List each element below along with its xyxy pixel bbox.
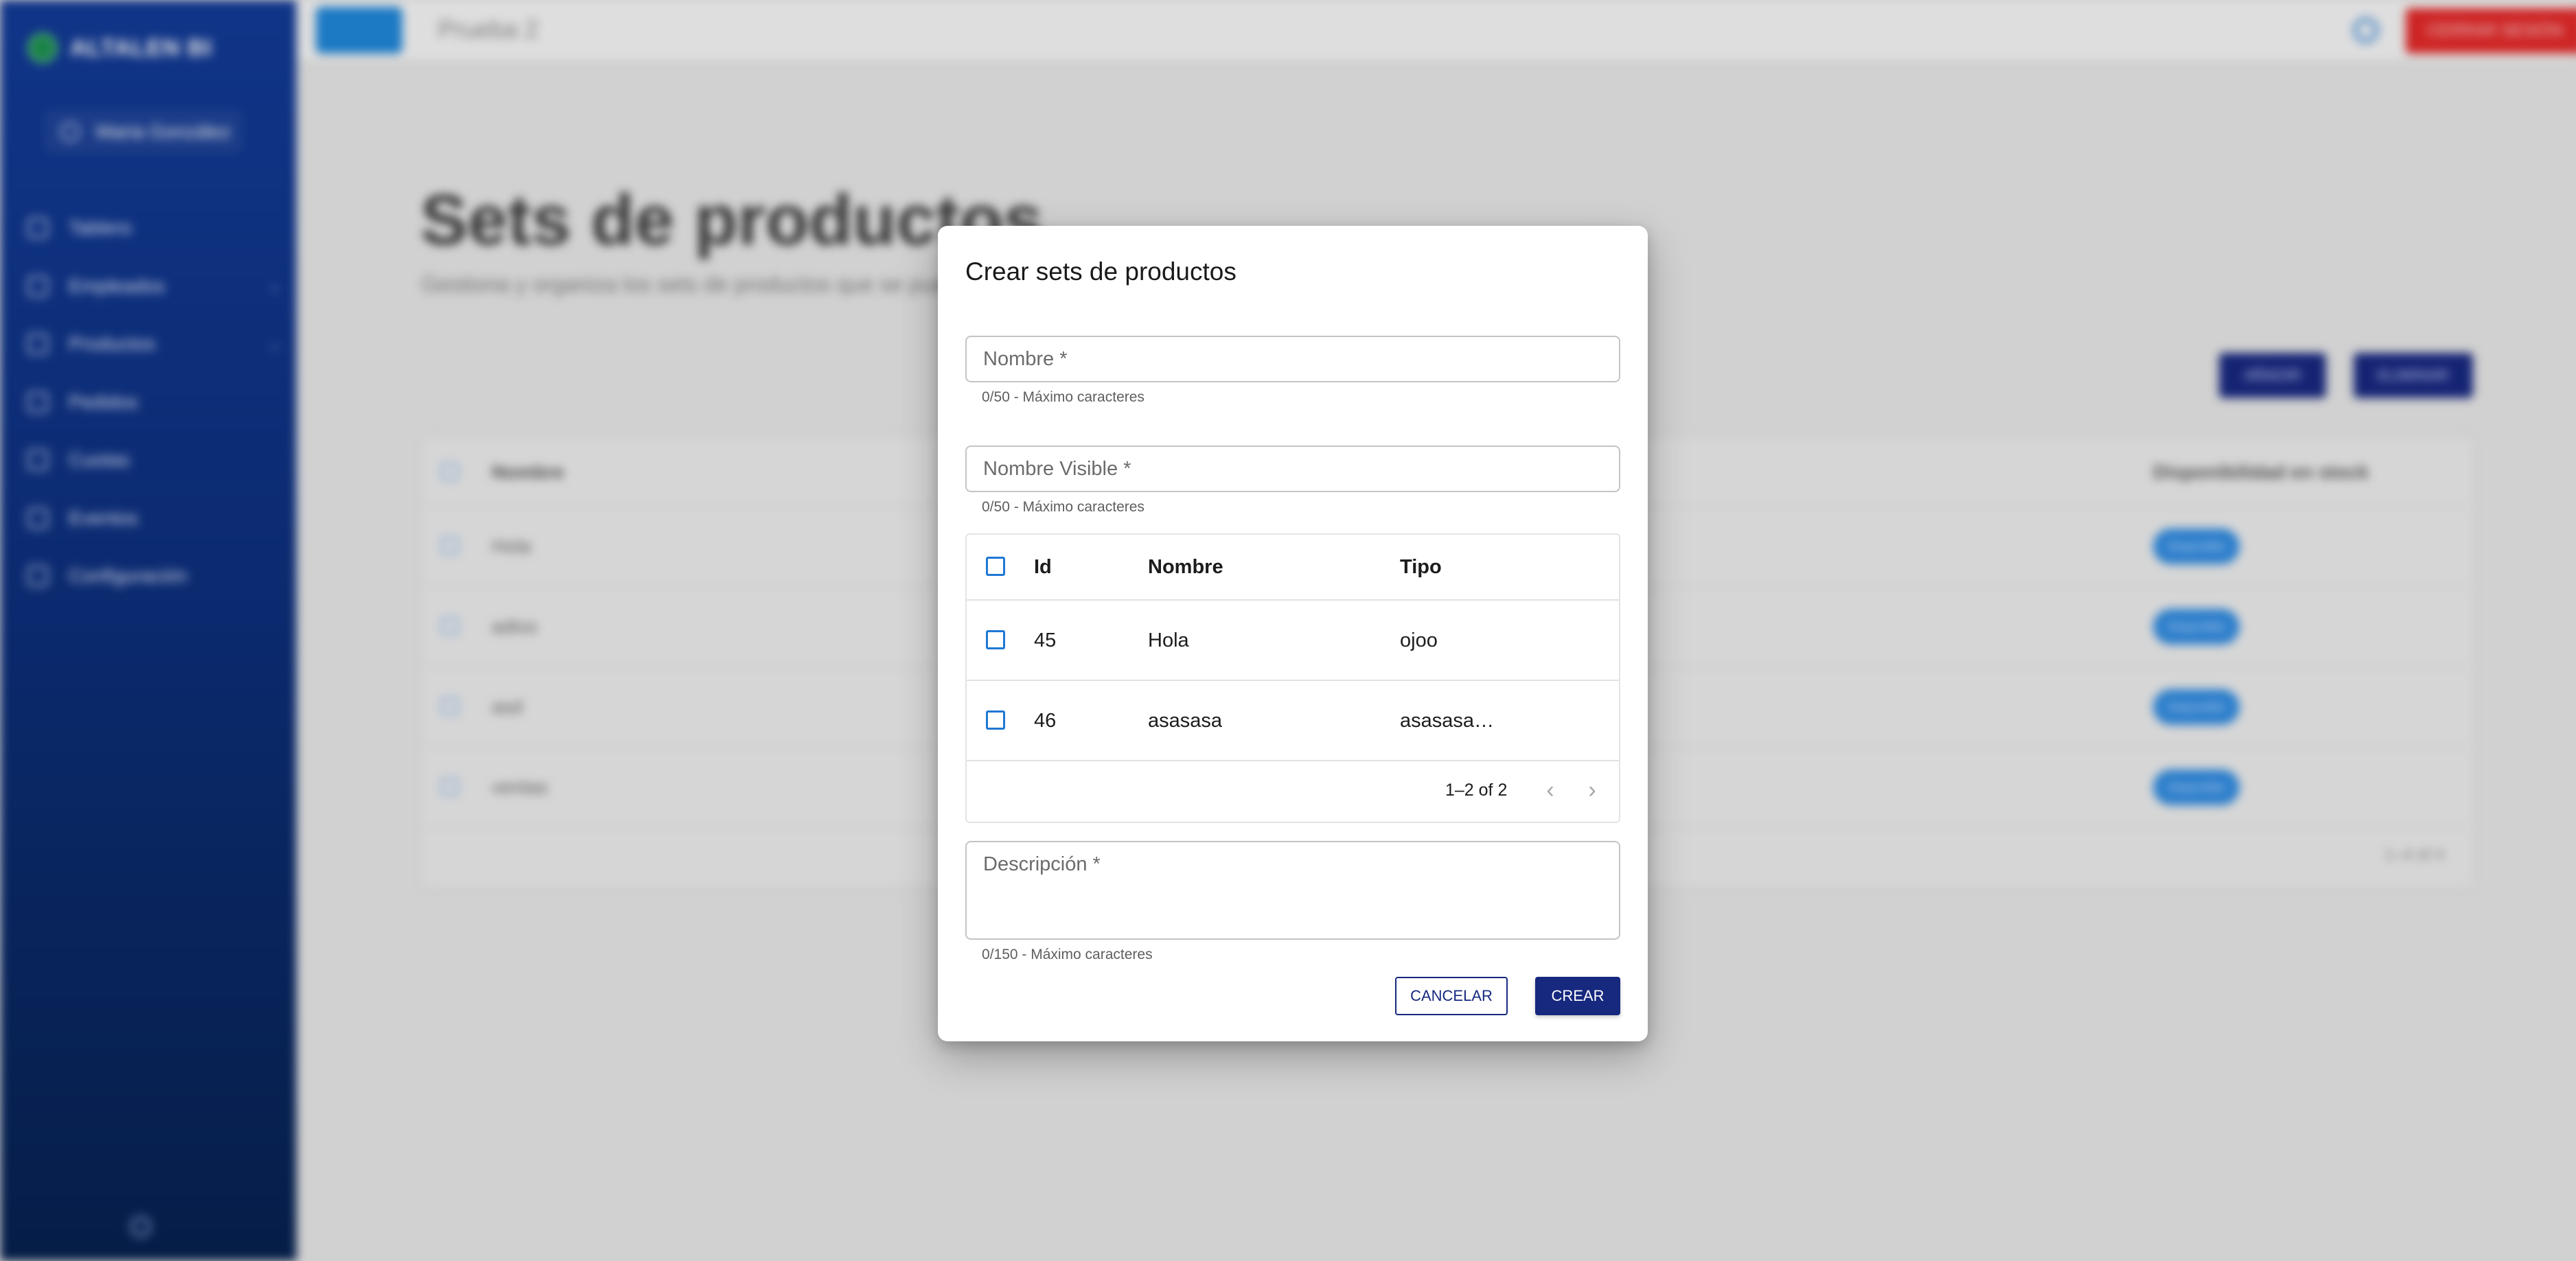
- nombre-helper: 0/50 - Máximo caracteres: [982, 389, 1145, 405]
- products-grid: Id Nombre Tipo 45 Hola ojoo 46 asasasa a…: [965, 533, 1620, 823]
- grid-header: Id Nombre Tipo: [967, 535, 1619, 601]
- previous-page-icon[interactable]: ‹: [1538, 778, 1563, 802]
- column-header-id[interactable]: Id: [1034, 556, 1052, 579]
- descripcion-placeholder: Descripción *: [983, 853, 1101, 875]
- cell-tipo: asasasa…: [1400, 710, 1495, 732]
- cell-id: 46: [1034, 710, 1057, 732]
- table-row[interactable]: 46 asasasa asasasa…: [967, 681, 1619, 761]
- cell-nombre: Hola: [1148, 629, 1189, 651]
- next-page-icon[interactable]: ›: [1580, 778, 1605, 802]
- create-button[interactable]: CREAR: [1535, 977, 1620, 1015]
- pagination-count: 1–2 of 2: [1445, 780, 1508, 800]
- row-checkbox[interactable]: [986, 710, 1005, 730]
- nombre-visible-helper: 0/50 - Máximo caracteres: [982, 499, 1145, 515]
- cell-id: 45: [1034, 629, 1057, 651]
- create-set-dialog: Crear sets de productos Nombre * 0/50 - …: [938, 226, 1648, 1041]
- table-row[interactable]: 45 Hola ojoo: [967, 601, 1619, 681]
- nombre-visible-placeholder: Nombre Visible *: [983, 458, 1131, 480]
- nombre-placeholder: Nombre *: [983, 348, 1068, 370]
- select-all-checkbox[interactable]: [986, 557, 1005, 576]
- dialog-title: Crear sets de productos: [965, 257, 1237, 286]
- row-checkbox[interactable]: [986, 630, 1005, 649]
- descripcion-field[interactable]: Descripción *: [965, 841, 1620, 940]
- nombre-visible-field[interactable]: Nombre Visible *: [965, 446, 1620, 492]
- descripcion-helper: 0/150 - Máximo caracteres: [982, 947, 1153, 962]
- grid-footer: 1–2 of 2 ‹ ›: [967, 761, 1619, 822]
- cell-nombre: asasasa: [1148, 710, 1223, 732]
- column-header-nombre[interactable]: Nombre: [1148, 556, 1223, 579]
- nombre-field[interactable]: Nombre *: [965, 336, 1620, 382]
- cell-tipo: ojoo: [1400, 629, 1438, 651]
- cancel-button[interactable]: CANCELAR: [1395, 977, 1508, 1015]
- column-header-tipo[interactable]: Tipo: [1400, 556, 1442, 579]
